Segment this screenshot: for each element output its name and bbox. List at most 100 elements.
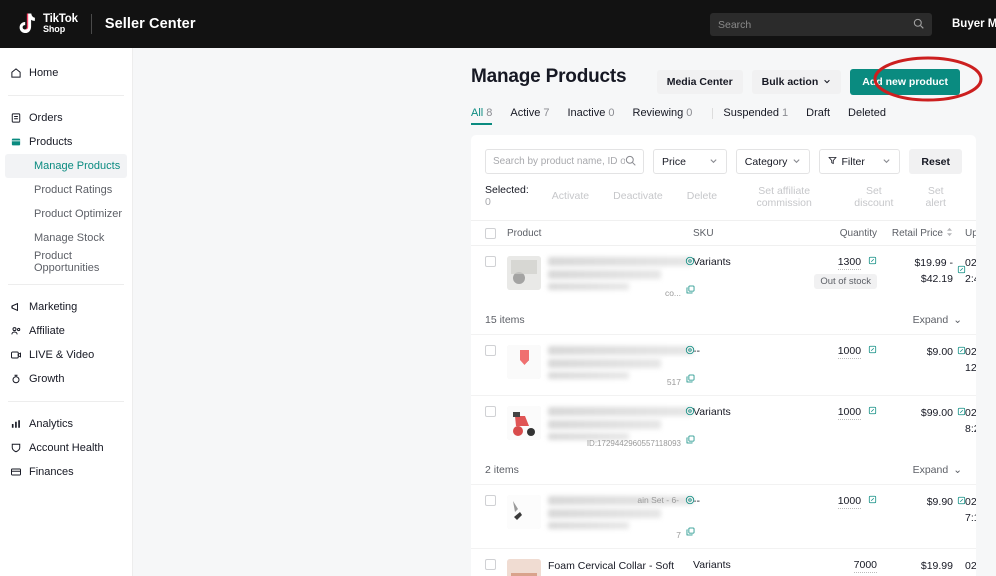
tab-deleted-label: Deleted	[848, 107, 886, 119]
add-new-product-button[interactable]: Add new product	[850, 69, 960, 95]
price-filter-select[interactable]: Price	[653, 149, 727, 174]
more-filter-select[interactable]: Filter	[819, 149, 901, 174]
preview-eye-icon[interactable]	[685, 406, 695, 419]
edit-price-icon[interactable]	[957, 345, 966, 361]
sidebar-item-product-opportunities[interactable]: Product Opportunities	[5, 250, 127, 274]
copy-id-icon[interactable]	[686, 527, 695, 539]
updated-time: 12:56 AM	[965, 361, 976, 377]
sku-cell: Variants	[693, 406, 781, 448]
row-checkbox[interactable]	[485, 345, 496, 356]
tab-active-label: Active	[510, 107, 540, 119]
header-retail-price-label: Retail Price	[892, 228, 943, 239]
growth-icon	[10, 373, 22, 385]
tab-draft[interactable]: Draft	[806, 107, 839, 125]
tab-all-label: All	[471, 107, 483, 119]
sidebar-item-products[interactable]: Products	[0, 130, 132, 154]
preview-eye-icon[interactable]	[685, 495, 695, 508]
sidebar-item-manage-products[interactable]: Manage Products	[5, 154, 127, 178]
quantity-value[interactable]: 7000	[854, 559, 877, 573]
sidebar-item-account-health[interactable]: Account Health	[0, 436, 132, 460]
product-thumbnail	[507, 495, 541, 529]
sidebar-item-live-video[interactable]: LIVE & Video	[0, 343, 132, 367]
bulk-set-discount-button[interactable]: Set discount	[840, 185, 907, 207]
sidebar-item-home[interactable]: Home	[0, 61, 132, 85]
row-checkbox[interactable]	[485, 406, 496, 417]
product-name-redacted-2	[548, 509, 661, 518]
sidebar-item-marketing[interactable]: Marketing	[0, 295, 132, 319]
buyer-messages-button[interactable]: Buyer M	[952, 11, 996, 37]
copy-id-icon[interactable]	[686, 435, 695, 447]
sidebar-item-product-ratings[interactable]: Product Ratings	[5, 178, 127, 202]
row-checkbox[interactable]	[485, 495, 496, 506]
tiktok-shop-logo[interactable]: TikTok Shop	[14, 12, 78, 36]
updated-date: 02/25/2024	[965, 406, 976, 422]
product-info: ID:1729442960557118093	[548, 406, 693, 448]
sidebar-label-product-optimizer: Product Optimizer	[34, 208, 122, 220]
sidebar-item-manage-stock[interactable]: Manage Stock	[5, 226, 127, 250]
bulk-set-affiliate-commission-button[interactable]: Set affiliate commission	[730, 185, 838, 207]
price-cell: $19.99	[877, 559, 953, 576]
tab-inactive[interactable]: Inactive0	[567, 107, 623, 125]
preview-eye-icon[interactable]	[685, 256, 695, 269]
copy-id-icon[interactable]	[686, 374, 695, 386]
category-filter-select[interactable]: Category	[736, 149, 810, 174]
tab-reviewing[interactable]: Reviewing0	[633, 107, 702, 125]
quantity-cell: 1000	[781, 345, 877, 387]
updated-time: 2:47 AM	[965, 272, 976, 288]
select-all-checkbox[interactable]	[485, 228, 496, 239]
sidebar-label-analytics: Analytics	[29, 418, 73, 430]
media-center-button[interactable]: Media Center	[657, 70, 743, 94]
header-retail-price[interactable]: Retail Price	[877, 227, 953, 240]
bulk-activate-button[interactable]: Activate	[541, 185, 600, 207]
sidebar-item-analytics[interactable]: Analytics	[0, 412, 132, 436]
global-search-input[interactable]	[718, 19, 913, 31]
tab-deleted[interactable]: Deleted	[848, 107, 895, 125]
header-updated-on[interactable]: Updated on	[953, 227, 976, 240]
quantity-cell: 7000	[781, 559, 877, 576]
sidebar-item-affiliate[interactable]: Affiliate	[0, 319, 132, 343]
quantity-value[interactable]: 1000	[838, 406, 861, 420]
copy-id-icon[interactable]	[686, 285, 695, 297]
sidebar-label-home: Home	[29, 67, 58, 79]
sidebar-item-finances[interactable]: Finances	[0, 460, 132, 484]
tab-active[interactable]: Active7	[510, 107, 558, 125]
price-line-1: $19.99	[877, 559, 953, 575]
sort-icon[interactable]	[946, 227, 953, 240]
product-search-input[interactable]	[493, 156, 625, 167]
product-name-redacted-2	[548, 270, 661, 279]
product-search-field[interactable]	[485, 149, 644, 174]
quantity-value[interactable]: 1000	[838, 345, 861, 359]
edit-price-icon[interactable]	[957, 406, 966, 422]
expand-toggle[interactable]: Expand ⌄	[913, 314, 962, 326]
preview-eye-icon[interactable]	[685, 345, 695, 358]
quantity-cell: 1000	[781, 406, 877, 448]
search-icon[interactable]	[625, 153, 636, 171]
tab-suspended-count: 1	[782, 107, 788, 119]
expand-toggle[interactable]: Expand ⌄	[913, 464, 962, 476]
bulk-delete-button[interactable]: Delete	[676, 185, 728, 207]
price-line-1: $99.00	[877, 406, 953, 422]
edit-quantity-icon[interactable]	[868, 256, 877, 268]
sku-cell: --	[693, 495, 781, 540]
sidebar-item-product-optimizer[interactable]: Product Optimizer	[5, 202, 127, 226]
bulk-deactivate-button[interactable]: Deactivate	[602, 185, 674, 207]
edit-price-icon[interactable]	[957, 264, 966, 280]
bulk-set-alert-button[interactable]: Set alert	[909, 185, 962, 207]
select-all-cell	[485, 228, 507, 239]
row-checkbox[interactable]	[485, 256, 496, 267]
edit-quantity-icon[interactable]	[868, 495, 877, 507]
sidebar-item-orders[interactable]: Orders	[0, 106, 132, 130]
quantity-value[interactable]: 1000	[838, 495, 861, 509]
row-checkbox[interactable]	[485, 559, 496, 570]
global-search[interactable]	[710, 13, 932, 36]
reset-button[interactable]: Reset	[909, 149, 962, 174]
sidebar-item-growth[interactable]: Growth	[0, 367, 132, 391]
tab-suspended[interactable]: Suspended1	[723, 107, 797, 125]
sidebar-group-home: Home	[0, 56, 132, 90]
edit-price-icon[interactable]	[957, 495, 966, 511]
bulk-action-button[interactable]: Bulk action	[752, 70, 842, 94]
sidebar-divider-2	[8, 284, 124, 285]
tab-all[interactable]: All8	[471, 107, 501, 125]
edit-quantity-icon[interactable]	[868, 345, 877, 357]
edit-quantity-icon[interactable]	[868, 406, 877, 418]
